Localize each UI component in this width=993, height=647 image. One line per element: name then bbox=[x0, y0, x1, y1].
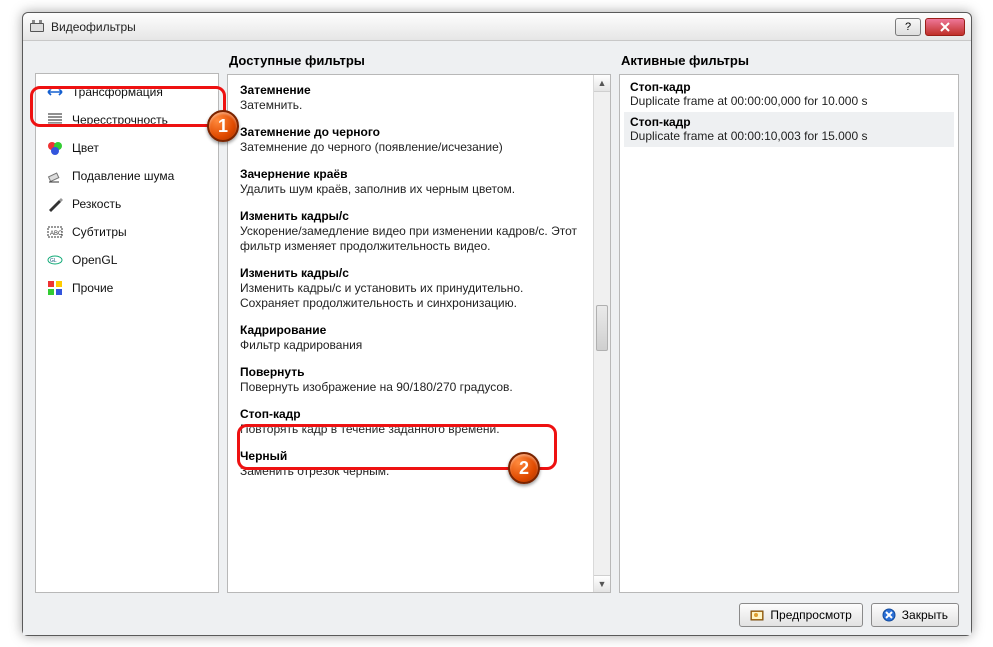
active-filter-description: Duplicate frame at 00:00:10,003 for 15.0… bbox=[630, 129, 948, 143]
active-filter-name: Стоп-кадр bbox=[630, 80, 948, 94]
filter-item[interactable]: Зачернение краёвУдалить шум краёв, запол… bbox=[238, 161, 588, 203]
subtitles-icon: ABC bbox=[46, 223, 64, 241]
available-scrollbar[interactable]: ▲ ▼ bbox=[593, 75, 610, 592]
eraser-icon bbox=[46, 167, 64, 185]
category-label: Подавление шума bbox=[72, 169, 174, 183]
window-close-button[interactable] bbox=[925, 18, 965, 36]
close-button[interactable]: Закрыть bbox=[871, 603, 959, 627]
video-filters-dialog: Видеофильтры ? Трансформация Чересстрочно… bbox=[22, 12, 972, 636]
active-header: Активные фильтры bbox=[619, 51, 959, 74]
close-label: Закрыть bbox=[902, 608, 948, 622]
filter-name: Затемнение bbox=[240, 83, 586, 97]
category-misc[interactable]: Прочие bbox=[36, 274, 218, 302]
preview-icon bbox=[750, 608, 764, 622]
categories-panel: Трансформация Чересстрочность Цвет Подавлен… bbox=[35, 73, 219, 593]
category-opengl[interactable]: GL OpenGL bbox=[36, 246, 218, 274]
category-label: Трансформация bbox=[72, 85, 163, 99]
scroll-up-icon[interactable]: ▲ bbox=[594, 75, 610, 92]
filter-item[interactable]: ПовернутьПовернуть изображение на 90/180… bbox=[238, 359, 588, 401]
filter-description: Затемнить. bbox=[240, 98, 586, 113]
interlace-icon bbox=[46, 111, 64, 129]
preview-button[interactable]: Предпросмотр bbox=[739, 603, 862, 627]
active-filter-description: Duplicate frame at 00:00:00,000 for 10.0… bbox=[630, 94, 948, 108]
category-sharpen[interactable]: Резкость bbox=[36, 190, 218, 218]
close-icon bbox=[882, 608, 896, 622]
dialog-buttons: Предпросмотр Закрыть bbox=[35, 593, 959, 627]
scroll-thumb[interactable] bbox=[596, 305, 608, 351]
active-filter-name: Стоп-кадр bbox=[630, 115, 948, 129]
category-label: Резкость bbox=[72, 197, 121, 211]
filter-item[interactable]: Изменить кадры/сУскорение/замедление вид… bbox=[238, 203, 588, 260]
preview-label: Предпросмотр bbox=[770, 608, 851, 622]
filter-description: Повторять кадр в течение заданного време… bbox=[240, 422, 586, 437]
active-filters-panel: Стоп-кадрDuplicate frame at 00:00:00,000… bbox=[619, 74, 959, 593]
scroll-down-icon[interactable]: ▼ bbox=[594, 575, 610, 592]
filter-description: Повернуть изображение на 90/180/270 град… bbox=[240, 380, 586, 395]
filter-name: Зачернение краёв bbox=[240, 167, 586, 181]
category-transform[interactable]: Трансформация bbox=[36, 78, 218, 106]
window-title: Видеофильтры bbox=[51, 20, 891, 34]
help-button[interactable]: ? bbox=[895, 18, 921, 36]
category-interlace[interactable]: Чересстрочность bbox=[36, 106, 218, 134]
svg-text:ABC: ABC bbox=[50, 231, 63, 237]
filter-item[interactable]: ЧерныйЗаменить отрезок черным. bbox=[238, 443, 588, 485]
category-label: Субтитры bbox=[72, 225, 127, 239]
filter-name: Кадрирование bbox=[240, 323, 586, 337]
filter-description: Изменить кадры/с и установить их принуди… bbox=[240, 281, 586, 311]
svg-text:GL: GL bbox=[50, 258, 57, 264]
scroll-track[interactable] bbox=[594, 92, 610, 575]
category-subtitles[interactable]: ABC Субтитры bbox=[36, 218, 218, 246]
filter-description: Фильтр кадрирования bbox=[240, 338, 586, 353]
misc-icon bbox=[46, 279, 64, 297]
category-denoise[interactable]: Подавление шума bbox=[36, 162, 218, 190]
filter-name: Затемнение до черного bbox=[240, 125, 586, 139]
color-icon bbox=[46, 139, 64, 157]
category-label: Прочие bbox=[72, 281, 113, 295]
filter-description: Ускорение/замедление видео при изменении… bbox=[240, 224, 586, 254]
filter-item[interactable]: ЗатемнениеЗатемнить. bbox=[238, 77, 588, 119]
pen-icon bbox=[46, 195, 64, 213]
filter-name: Изменить кадры/с bbox=[240, 209, 586, 223]
category-label: OpenGL bbox=[72, 253, 117, 267]
active-filter-item[interactable]: Стоп-кадрDuplicate frame at 00:00:00,000… bbox=[624, 77, 954, 112]
filter-item[interactable]: Затемнение до черногоЗатемнение до черно… bbox=[238, 119, 588, 161]
filter-name: Стоп-кадр bbox=[240, 407, 586, 421]
titlebar[interactable]: Видеофильтры ? bbox=[23, 13, 971, 41]
category-label: Чересстрочность bbox=[72, 113, 168, 127]
filter-item[interactable]: Стоп-кадрПовторять кадр в течение заданн… bbox=[238, 401, 588, 443]
available-filters-panel: ЗатемнениеЗатемнить.Затемнение до черног… bbox=[227, 74, 611, 593]
opengl-icon: GL bbox=[46, 251, 64, 269]
filter-item[interactable]: КадрированиеФильтр кадрирования bbox=[238, 317, 588, 359]
category-color[interactable]: Цвет bbox=[36, 134, 218, 162]
category-label: Цвет bbox=[72, 141, 99, 155]
app-icon bbox=[29, 19, 45, 35]
filter-description: Удалить шум краёв, заполнив их черным цв… bbox=[240, 182, 586, 197]
filter-item[interactable]: Изменить кадры/сИзменить кадры/с и устан… bbox=[238, 260, 588, 317]
active-filter-item[interactable]: Стоп-кадрDuplicate frame at 00:00:10,003… bbox=[624, 112, 954, 147]
filter-description: Заменить отрезок черным. bbox=[240, 464, 586, 479]
filter-name: Черный bbox=[240, 449, 586, 463]
available-header: Доступные фильтры bbox=[227, 51, 611, 74]
dialog-body: Трансформация Чересстрочность Цвет Подавлен… bbox=[23, 41, 971, 635]
filter-description: Затемнение до черного (появление/исчезан… bbox=[240, 140, 586, 155]
filter-name: Повернуть bbox=[240, 365, 586, 379]
filter-name: Изменить кадры/с bbox=[240, 266, 586, 280]
transform-icon bbox=[46, 83, 64, 101]
